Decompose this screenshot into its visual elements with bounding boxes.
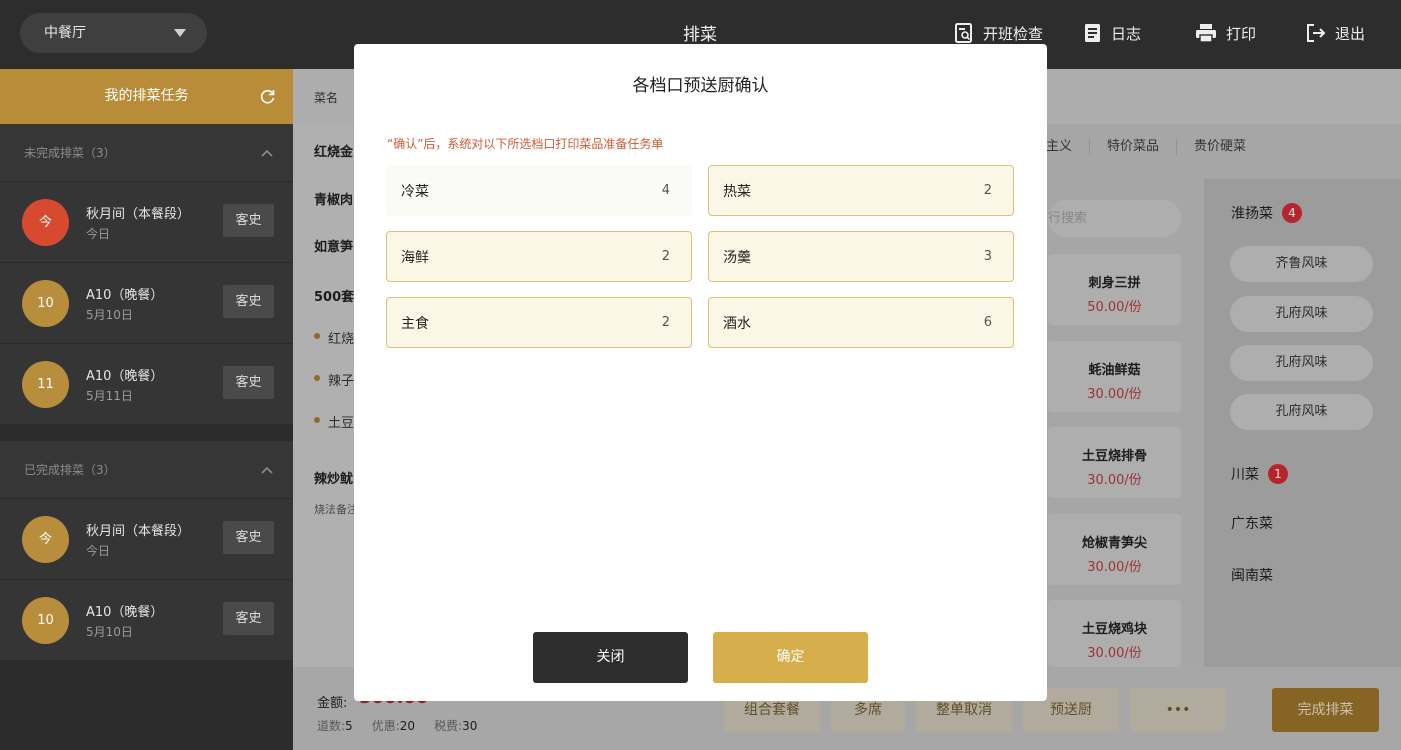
station-name: 酒水 [723,316,751,332]
pending-group-label: 未完成排菜（3） [24,146,116,160]
task-date: 5月10日 [86,308,133,322]
log-button[interactable]: 日志 [1084,20,1141,46]
logout-label: 退出 [1335,24,1366,43]
task-circle: 11 [22,361,69,408]
station-name: 冷菜 [401,184,429,200]
logout-button[interactable]: 退出 [1306,20,1365,46]
station-count: 2 [661,315,670,330]
print-label: 打印 [1226,24,1257,43]
shift-check-button[interactable]: 开班检查 [954,20,1043,46]
task-date: 5月11日 [86,389,133,403]
task-name: A10（晚餐） [86,288,164,303]
task-item[interactable]: 10 A10（晚餐） 5月10日 客史 [0,263,293,344]
station-count: 2 [661,249,670,264]
printer-icon [1196,24,1216,43]
chevron-up-icon [261,149,273,157]
task-name: A10（晚餐） [86,369,164,384]
print-button[interactable]: 打印 [1195,20,1256,46]
task-item[interactable]: 11 A10（晚餐） 5月11日 客史 [0,344,293,425]
task-item[interactable]: 今 秋月间（本餐段） 今日 客史 [0,499,293,580]
station-option[interactable]: 热菜 2 [708,165,1014,216]
task-sidebar-header: 我的排菜任务 [0,69,293,124]
task-sidebar: 我的排菜任务 未完成排菜（3） 今 秋月间（本餐段） 今日 客史 10 A10（… [0,69,293,750]
chevron-down-icon [174,29,186,37]
station-name: 海鲜 [401,250,429,266]
group-divider [0,425,293,441]
task-circle: 10 [22,597,69,644]
station-name: 主食 [401,316,429,332]
chevron-up-icon [261,466,273,474]
station-name: 汤羹 [723,250,751,266]
station-option[interactable]: 汤羹 3 [708,231,1014,282]
store-selector[interactable]: 中餐厅 [20,13,207,53]
station-count: 6 [983,315,992,330]
task-sidebar-title: 我的排菜任务 [104,88,189,104]
logout-icon [1307,24,1326,42]
dialog-note: “确认”后，系统对以下所选档口打印菜品准备任务单 [387,137,664,151]
task-name: A10（晚餐） [86,605,164,620]
shift-check-icon [955,23,972,43]
station-option[interactable]: 冷菜 4 [386,165,692,216]
task-date: 今日 [86,227,111,241]
guest-history-button[interactable]: 客史 [223,521,274,554]
task-name: 秋月间（本餐段） [86,524,191,539]
task-item[interactable]: 10 A10（晚餐） 5月10日 客史 [0,580,293,661]
task-circle: 今 [22,516,69,563]
station-count: 4 [661,183,670,198]
log-label: 日志 [1111,24,1142,43]
station-option[interactable]: 海鲜 2 [386,231,692,282]
refresh-icon[interactable] [259,88,276,105]
station-name: 热菜 [723,184,751,200]
guest-history-button[interactable]: 客史 [223,602,274,635]
guest-history-button[interactable]: 客史 [223,366,274,399]
station-option[interactable]: 主食 2 [386,297,692,348]
pending-group-header[interactable]: 未完成排菜（3） [0,124,293,182]
shift-check-label: 开班检查 [983,24,1044,43]
dialog-title: 各档口预送厨确认 [632,76,769,96]
task-item[interactable]: 今 秋月间（本餐段） 今日 客史 [0,182,293,263]
confirm-button[interactable]: 确定 [713,632,868,683]
pre-send-confirm-dialog: 各档口预送厨确认 “确认”后，系统对以下所选档口打印菜品准备任务单 冷菜 4 热… [354,44,1047,701]
task-date: 5月10日 [86,625,133,639]
done-group-header[interactable]: 已完成排菜（3） [0,441,293,499]
task-circle: 今 [22,199,69,246]
done-group-label: 已完成排菜（3） [24,463,116,477]
guest-history-button[interactable]: 客史 [223,285,274,318]
task-date: 今日 [86,544,111,558]
station-count: 3 [983,249,992,264]
page-title: 排菜 [683,25,717,45]
task-circle: 10 [22,280,69,327]
close-button[interactable]: 关闭 [533,632,688,683]
guest-history-button[interactable]: 客史 [223,204,274,237]
station-option[interactable]: 酒水 6 [708,297,1014,348]
store-selector-label: 中餐厅 [44,25,86,41]
station-count: 2 [983,183,992,198]
task-name: 秋月间（本餐段） [86,207,191,222]
log-icon [1085,24,1100,42]
